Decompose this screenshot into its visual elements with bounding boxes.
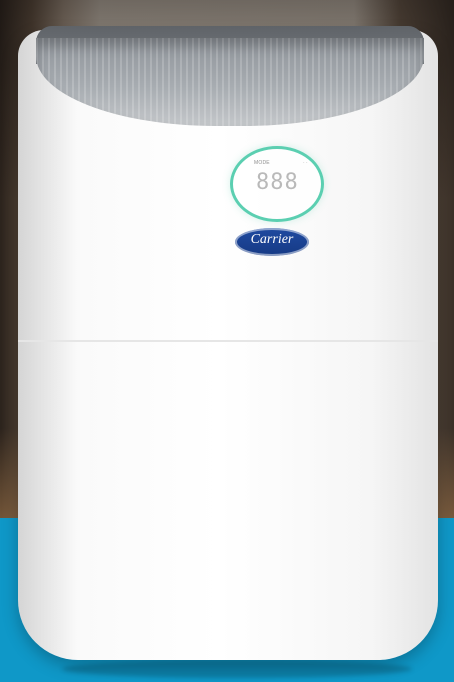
device-side-shade	[18, 30, 78, 660]
floor-shadow	[62, 660, 412, 678]
body-seam	[18, 340, 438, 342]
display-digits: 888	[256, 170, 299, 195]
air-purifier: MODE · · 888 Carrier	[10, 20, 442, 678]
brand-logo-text: Carrier	[250, 232, 294, 247]
display-indicator-text: · ·	[303, 160, 308, 166]
display-mode-text: MODE	[254, 160, 270, 166]
display-panel: MODE · · 888	[230, 146, 324, 222]
brand-logo: Carrier	[235, 228, 309, 256]
product-scene: MODE · · 888 Carrier	[0, 0, 454, 682]
